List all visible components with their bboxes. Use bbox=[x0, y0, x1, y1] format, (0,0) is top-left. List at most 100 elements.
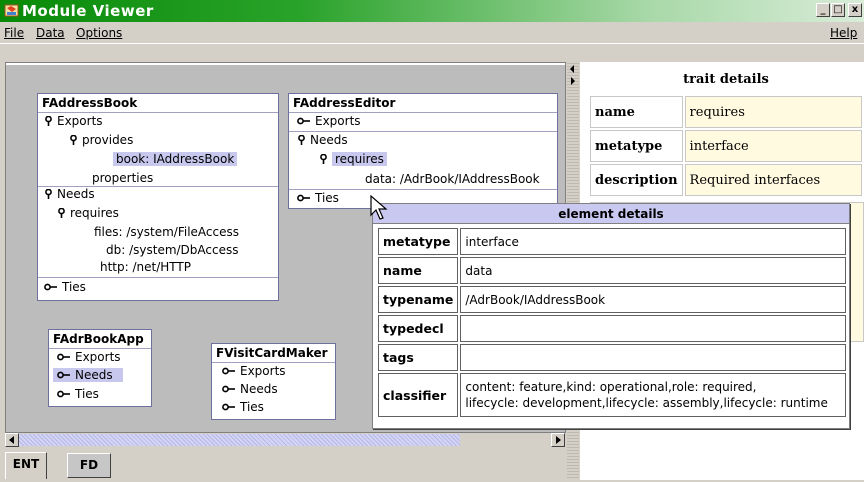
splitter-arrows-icon[interactable] bbox=[568, 64, 577, 88]
files-element[interactable]: files: /system/FileAccess bbox=[94, 225, 239, 239]
table-row: typedecl bbox=[378, 315, 846, 342]
module-faddressbook[interactable]: FAddressBook Exports provides book: IAdd… bbox=[37, 93, 279, 301]
detail-key: classifier bbox=[378, 373, 459, 417]
module-title: FAddressEditor bbox=[289, 94, 557, 113]
key-icon bbox=[57, 390, 70, 398]
view-tabs: ENT FD bbox=[5, 452, 566, 480]
table-row: metatype interface bbox=[378, 228, 846, 255]
tab-fd[interactable]: FD bbox=[67, 453, 111, 478]
pin-icon bbox=[70, 135, 77, 145]
http-element[interactable]: http: /net/HTTP bbox=[100, 260, 191, 274]
module-title: FAdrBookApp bbox=[49, 330, 151, 349]
provides-node[interactable]: provides bbox=[69, 133, 133, 147]
key-icon bbox=[57, 353, 70, 361]
menu-help[interactable]: Help bbox=[830, 26, 857, 40]
pointer-cursor-icon bbox=[370, 195, 388, 220]
divider bbox=[289, 131, 557, 132]
trait-details-table: name requires metatype interface descripti… bbox=[588, 94, 864, 198]
trait-value: interface bbox=[684, 130, 862, 162]
module-title: FVisitCardMaker bbox=[212, 344, 335, 363]
ties-node[interactable]: Ties bbox=[44, 280, 86, 294]
tab-ent[interactable]: ENT bbox=[5, 452, 47, 479]
horizontal-scrollbar[interactable] bbox=[5, 432, 566, 447]
needs-node[interactable]: Needs bbox=[44, 187, 95, 201]
minimize-button[interactable]: _ bbox=[816, 3, 830, 17]
element-details-title: element details bbox=[373, 204, 849, 224]
key-icon bbox=[297, 194, 310, 202]
exports-node[interactable]: Exports bbox=[297, 114, 361, 128]
module-faddresseditor[interactable]: FAddressEditor Exports Needs requires da… bbox=[288, 93, 558, 209]
detail-value bbox=[460, 315, 846, 342]
scroll-left-button[interactable] bbox=[5, 433, 19, 447]
exports-node[interactable]: Exports bbox=[222, 364, 286, 378]
key-icon bbox=[57, 371, 70, 379]
arrow-right-icon bbox=[556, 436, 561, 444]
trait-key: metatype bbox=[590, 130, 683, 162]
classifier-value: content: feature,kind: operational,role:… bbox=[460, 373, 846, 417]
scroll-thumb[interactable] bbox=[19, 434, 460, 446]
title-bar: Module Viewer _ □ x bbox=[0, 0, 864, 22]
pin-icon bbox=[320, 154, 327, 164]
table-row: metatype interface bbox=[590, 130, 862, 162]
key-icon bbox=[297, 117, 310, 125]
detail-value: interface bbox=[460, 228, 846, 255]
menu-bar: File Data Options Help bbox=[0, 22, 864, 44]
properties-node[interactable]: properties bbox=[92, 171, 153, 185]
window-title: Module Viewer bbox=[22, 2, 154, 20]
module-fvisitcardmaker[interactable]: FVisitCardMaker Exports Needs Ties bbox=[211, 343, 336, 420]
classifier-line: lifecycle: development,lifecycle: assemb… bbox=[465, 396, 828, 410]
table-row: description Required interfaces bbox=[590, 164, 862, 196]
detail-value: /AdrBook/IAddressBook bbox=[460, 286, 846, 313]
needs-node[interactable]: Needs bbox=[53, 368, 123, 382]
needs-node[interactable]: Needs bbox=[297, 133, 348, 147]
exports-node[interactable]: Exports bbox=[57, 350, 121, 364]
db-element[interactable]: db: /system/DbAccess bbox=[106, 243, 239, 257]
requires-node[interactable]: requires bbox=[57, 206, 119, 220]
trait-value: Required interfaces bbox=[684, 164, 862, 196]
pin-icon bbox=[45, 189, 52, 199]
detail-key: metatype bbox=[378, 228, 459, 255]
table-row: name requires bbox=[590, 96, 862, 128]
ties-node[interactable]: Ties bbox=[297, 191, 339, 205]
needs-node[interactable]: Needs bbox=[222, 382, 278, 396]
detail-key: typename bbox=[378, 286, 459, 313]
requires-node[interactable]: requires bbox=[319, 152, 387, 166]
arrow-left-icon bbox=[9, 436, 14, 444]
table-row: classifier content: feature,kind: operat… bbox=[378, 373, 846, 417]
close-button[interactable]: x bbox=[848, 3, 862, 17]
ties-node[interactable]: Ties bbox=[222, 400, 264, 414]
detail-key: name bbox=[378, 257, 459, 284]
detail-key: tags bbox=[378, 344, 459, 371]
book-element[interactable]: book: IAddressBook bbox=[113, 152, 238, 166]
trait-value: requires bbox=[684, 96, 862, 128]
scroll-right-button[interactable] bbox=[551, 433, 565, 447]
ties-node[interactable]: Ties bbox=[57, 387, 99, 401]
data-element[interactable]: data: /AdrBook/IAddressBook bbox=[365, 172, 540, 186]
module-title: FAddressBook bbox=[38, 94, 278, 113]
key-icon bbox=[222, 385, 235, 393]
key-icon bbox=[44, 283, 57, 291]
element-details-popup[interactable]: element details metatype interface name da… bbox=[372, 203, 850, 429]
exports-node[interactable]: Exports bbox=[44, 114, 103, 128]
trait-key: name bbox=[590, 96, 683, 128]
pin-icon bbox=[45, 116, 52, 126]
maximize-button[interactable]: □ bbox=[831, 3, 845, 17]
menu-options[interactable]: Options bbox=[76, 26, 122, 40]
table-row: typename/AdrBook/IAddressBook bbox=[378, 286, 846, 313]
classifier-line: content: feature,kind: operational,role:… bbox=[465, 380, 757, 394]
module-fadrbookapp[interactable]: FAdrBookApp Exports Needs Ties bbox=[48, 329, 152, 407]
divider bbox=[38, 277, 278, 278]
pin-icon bbox=[298, 135, 305, 145]
pin-icon bbox=[58, 208, 65, 218]
menu-data[interactable]: Data bbox=[36, 26, 65, 40]
table-row: tags bbox=[378, 344, 846, 371]
menu-file[interactable]: File bbox=[4, 26, 24, 40]
table-row: name data bbox=[378, 257, 846, 284]
element-details-table: metatype interface name data typename/AdrB… bbox=[376, 226, 848, 419]
detail-key: typedecl bbox=[378, 315, 459, 342]
trait-details-title: trait details bbox=[683, 72, 769, 87]
key-icon bbox=[222, 403, 235, 411]
app-icon bbox=[4, 4, 19, 17]
key-icon bbox=[222, 367, 235, 375]
detail-value: data bbox=[460, 257, 846, 284]
